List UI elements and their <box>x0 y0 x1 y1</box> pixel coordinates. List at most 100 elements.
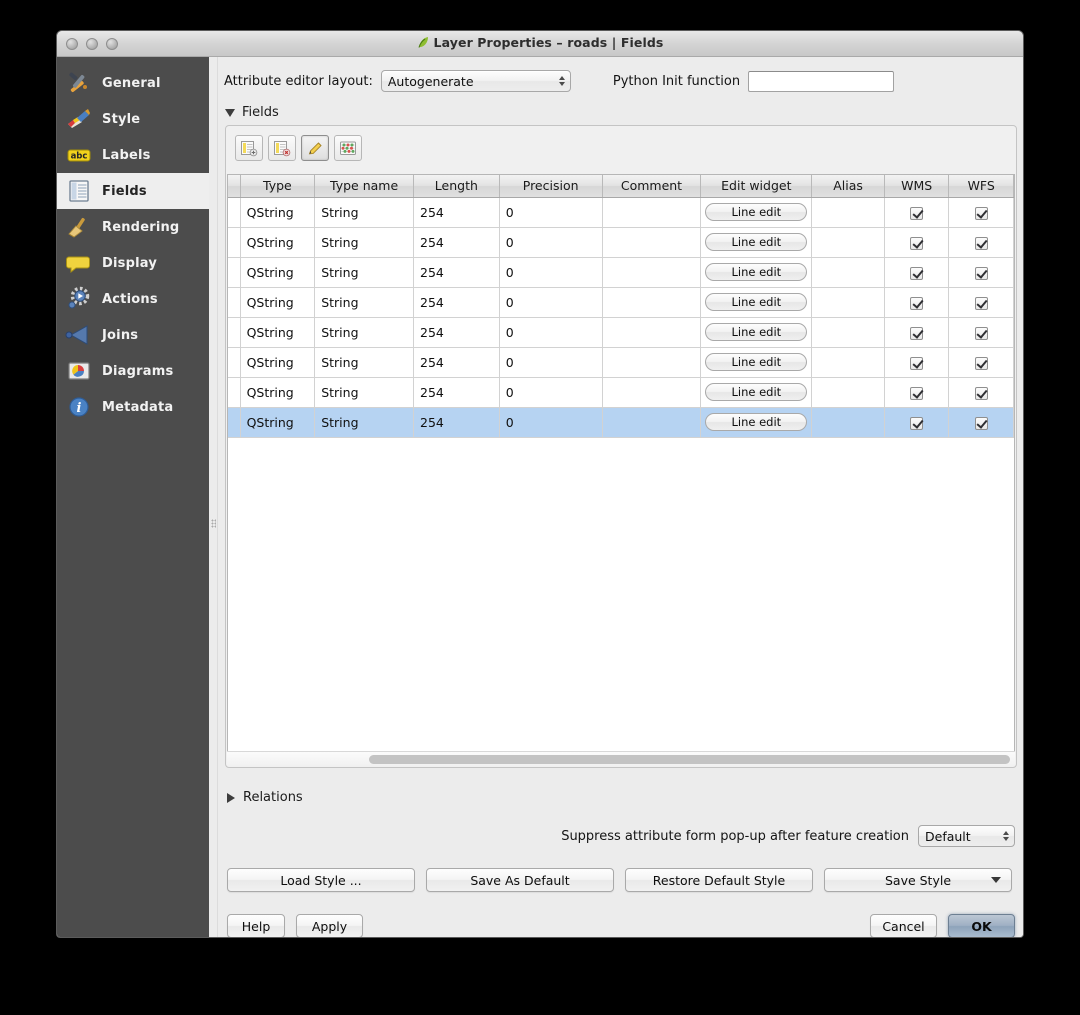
minimize-button[interactable] <box>86 38 98 50</box>
cell-wms[interactable] <box>884 407 949 437</box>
wms-checkbox[interactable] <box>910 417 923 430</box>
cell-wms[interactable] <box>884 287 949 317</box>
cell-alias[interactable] <box>812 377 885 407</box>
cell-alias[interactable] <box>812 287 885 317</box>
column-header-wms[interactable]: WMS <box>884 175 949 197</box>
cell-precision[interactable]: 0 <box>499 227 602 257</box>
cell-comment[interactable] <box>602 287 701 317</box>
cell-type-name[interactable]: String <box>315 257 414 287</box>
table-row[interactable]: QStringString2540Line edit <box>228 227 1014 257</box>
cell-type[interactable]: QString <box>240 257 315 287</box>
wfs-checkbox[interactable] <box>975 417 988 430</box>
cell-wfs[interactable] <box>949 407 1014 437</box>
cell-length[interactable]: 254 <box>414 197 500 227</box>
cell-length[interactable]: 254 <box>414 377 500 407</box>
cell-precision[interactable]: 0 <box>499 257 602 287</box>
cell-comment[interactable] <box>602 407 701 437</box>
cell-wms[interactable] <box>884 317 949 347</box>
suppress-popup-select[interactable]: Default <box>918 825 1015 847</box>
cell-type-name[interactable]: String <box>315 377 414 407</box>
cell-comment[interactable] <box>602 317 701 347</box>
row-handle[interactable] <box>228 257 240 287</box>
sidebar-item-actions[interactable]: Actions <box>57 281 209 317</box>
column-header-edit-widget[interactable]: Edit widget <box>701 175 812 197</box>
cell-type-name[interactable]: String <box>315 347 414 377</box>
cell-edit-widget[interactable]: Line edit <box>701 197 812 227</box>
table-row[interactable]: QStringString2540Line edit <box>228 257 1014 287</box>
cell-type-name[interactable]: String <box>315 227 414 257</box>
cell-alias[interactable] <box>812 317 885 347</box>
column-header-length[interactable]: Length <box>414 175 500 197</box>
cell-wms[interactable] <box>884 227 949 257</box>
toggle-editing-button[interactable] <box>301 135 329 161</box>
cell-comment[interactable] <box>602 377 701 407</box>
python-init-function-input[interactable] <box>748 71 894 92</box>
wms-checkbox[interactable] <box>910 237 923 250</box>
ok-button[interactable]: OK <box>948 914 1015 937</box>
apply-button[interactable]: Apply <box>296 914 363 937</box>
cell-type-name[interactable]: String <box>315 317 414 347</box>
cell-wms[interactable] <box>884 377 949 407</box>
cell-edit-widget[interactable]: Line edit <box>701 377 812 407</box>
wms-checkbox[interactable] <box>910 327 923 340</box>
sidebar-item-display[interactable]: Display <box>57 245 209 281</box>
sidebar-item-joins[interactable]: Joins <box>57 317 209 353</box>
edit-widget-button[interactable]: Line edit <box>705 293 807 311</box>
cancel-button[interactable]: Cancel <box>870 914 937 937</box>
wms-checkbox[interactable] <box>910 207 923 220</box>
column-header-comment[interactable]: Comment <box>602 175 701 197</box>
table-row[interactable]: QStringString2540Line edit <box>228 377 1014 407</box>
column-header-precision[interactable]: Precision <box>499 175 602 197</box>
fields-group-header[interactable]: Fields <box>225 105 1023 120</box>
cell-comment[interactable] <box>602 257 701 287</box>
new-column-button[interactable] <box>235 135 263 161</box>
cell-edit-widget[interactable]: Line edit <box>701 257 812 287</box>
row-handle[interactable] <box>228 317 240 347</box>
wms-checkbox[interactable] <box>910 387 923 400</box>
cell-edit-widget[interactable]: Line edit <box>701 317 812 347</box>
cell-wfs[interactable] <box>949 317 1014 347</box>
cell-edit-widget[interactable]: Line edit <box>701 347 812 377</box>
wfs-checkbox[interactable] <box>975 267 988 280</box>
cell-type-name[interactable]: String <box>315 407 414 437</box>
cell-wms[interactable] <box>884 197 949 227</box>
splitter-grip-icon[interactable] <box>211 519 216 528</box>
wfs-checkbox[interactable] <box>975 387 988 400</box>
cell-precision[interactable]: 0 <box>499 317 602 347</box>
wms-checkbox[interactable] <box>910 357 923 370</box>
cell-type[interactable]: QString <box>240 197 315 227</box>
column-header-type-name[interactable]: Type name <box>315 175 414 197</box>
cell-type[interactable]: QString <box>240 407 315 437</box>
cell-alias[interactable] <box>812 197 885 227</box>
help-button[interactable]: Help <box>227 914 285 937</box>
row-handle[interactable] <box>228 197 240 227</box>
wfs-checkbox[interactable] <box>975 327 988 340</box>
edit-widget-button[interactable]: Line edit <box>705 203 807 221</box>
sidebar-item-fields[interactable]: Fields <box>57 173 209 209</box>
row-handle[interactable] <box>228 407 240 437</box>
cell-edit-widget[interactable]: Line edit <box>701 287 812 317</box>
cell-precision[interactable]: 0 <box>499 377 602 407</box>
cell-precision[interactable]: 0 <box>499 197 602 227</box>
row-handle[interactable] <box>228 227 240 257</box>
wfs-checkbox[interactable] <box>975 237 988 250</box>
attribute-editor-layout-select[interactable]: Autogenerate <box>381 70 571 92</box>
row-handle[interactable] <box>228 347 240 377</box>
cell-wfs[interactable] <box>949 227 1014 257</box>
cell-edit-widget[interactable]: Line edit <box>701 407 812 437</box>
wms-checkbox[interactable] <box>910 267 923 280</box>
cell-type[interactable]: QString <box>240 287 315 317</box>
delete-column-button[interactable] <box>268 135 296 161</box>
field-calculator-button[interactable] <box>334 135 362 161</box>
cell-wfs[interactable] <box>949 287 1014 317</box>
edit-widget-button[interactable]: Line edit <box>705 413 807 431</box>
cell-alias[interactable] <box>812 227 885 257</box>
cell-type[interactable]: QString <box>240 317 315 347</box>
cell-alias[interactable] <box>812 407 885 437</box>
edit-widget-button[interactable]: Line edit <box>705 263 807 281</box>
cell-wms[interactable] <box>884 257 949 287</box>
cell-comment[interactable] <box>602 227 701 257</box>
chevron-down-icon[interactable] <box>225 109 235 117</box>
cell-precision[interactable]: 0 <box>499 347 602 377</box>
table-row[interactable]: QStringString2540Line edit <box>228 317 1014 347</box>
